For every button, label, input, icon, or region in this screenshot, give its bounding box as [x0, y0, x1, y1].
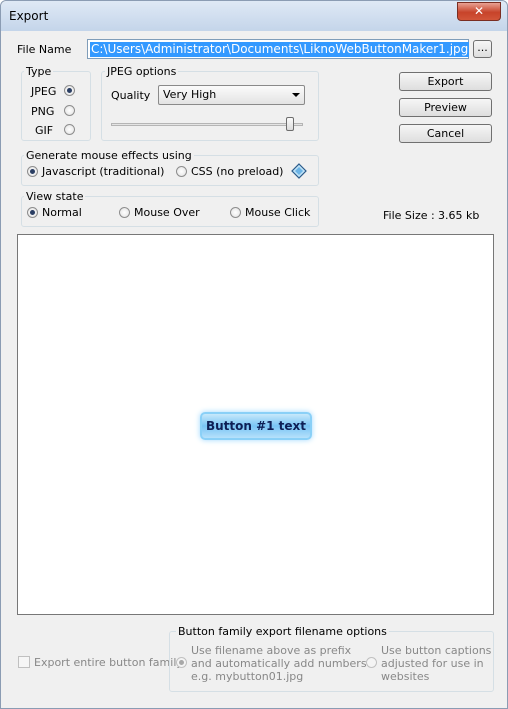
- family-captions-line-1: Use button captions: [381, 644, 492, 657]
- quality-dropdown[interactable]: Very High: [158, 85, 305, 105]
- view-state-label: View state: [24, 190, 86, 203]
- view-state-mouse-over-label: Mouse Over: [134, 206, 200, 219]
- type-gif-label: GIF: [35, 124, 54, 137]
- view-state-normal-label: Normal: [42, 206, 82, 219]
- family-prefix-radio[interactable]: [176, 657, 187, 668]
- view-state-mouse-over-radio[interactable]: [119, 207, 130, 218]
- family-captions-line-3: websites: [381, 670, 430, 683]
- window-title: Export: [9, 9, 49, 23]
- file-name-input[interactable]: C:\Users\Administrator\Documents\LiknoWe…: [87, 39, 470, 59]
- type-jpeg-label: JPEG: [31, 85, 57, 98]
- export-button[interactable]: Export: [399, 72, 492, 91]
- browse-button[interactable]: ...: [473, 40, 492, 58]
- export-dialog: Export ✕ File Name C:\Users\Administrato…: [0, 0, 508, 709]
- family-prefix-line-3: e.g. mybutton01.jpg: [191, 670, 304, 683]
- jpeg-options-label: JPEG options: [105, 65, 179, 78]
- type-group-label: Type: [24, 65, 54, 78]
- preview-area: Button #1 text: [17, 234, 494, 615]
- family-captions-radio[interactable]: [366, 657, 377, 668]
- file-size-label: File Size :: [383, 209, 435, 222]
- family-options-label: Button family export filename options: [176, 625, 389, 638]
- file-name-value: C:\Users\Administrator\Documents\LiknoWe…: [90, 42, 470, 57]
- export-family-checkbox[interactable]: [18, 656, 30, 668]
- family-prefix-line-2: and automatically add numbers: [191, 657, 367, 670]
- diamond-help-icon[interactable]: [291, 163, 307, 179]
- view-state-mouse-click-label: Mouse Click: [245, 206, 311, 219]
- cancel-button[interactable]: Cancel: [399, 124, 492, 143]
- mouse-effects-javascript-label: Javascript (traditional): [42, 165, 165, 178]
- quality-slider-thumb[interactable]: [285, 117, 294, 131]
- type-png-radio[interactable]: [64, 105, 75, 116]
- file-name-label: File Name: [17, 43, 72, 56]
- title-bar[interactable]: Export ✕: [1, 1, 507, 31]
- family-prefix-line-1: Use filename above as prefix: [191, 644, 352, 657]
- mouse-effects-css-label: CSS (no preload): [191, 165, 284, 178]
- type-gif-radio[interactable]: [64, 124, 75, 135]
- mouse-effects-label: Generate mouse effects using: [24, 149, 194, 162]
- view-state-mouse-click-radio[interactable]: [230, 207, 241, 218]
- preview-button-sample[interactable]: Button #1 text: [200, 412, 312, 440]
- file-size-value: 3.65 kb: [438, 209, 480, 222]
- close-button[interactable]: ✕: [457, 2, 501, 21]
- mouse-effects-css-radio[interactable]: [176, 166, 187, 177]
- chevron-down-icon: [292, 93, 300, 97]
- family-captions-line-2: adjusted for use in: [381, 657, 484, 670]
- mouse-effects-javascript-radio[interactable]: [27, 166, 38, 177]
- view-state-normal-radio[interactable]: [27, 207, 38, 218]
- quality-slider-track[interactable]: [111, 123, 303, 126]
- export-family-label: Export entire button family: [34, 656, 183, 669]
- preview-button[interactable]: Preview: [399, 98, 492, 117]
- quality-label: Quality: [111, 89, 151, 102]
- type-png-label: PNG: [31, 105, 55, 118]
- type-jpeg-radio[interactable]: [64, 85, 75, 96]
- quality-value: Very High: [163, 88, 217, 101]
